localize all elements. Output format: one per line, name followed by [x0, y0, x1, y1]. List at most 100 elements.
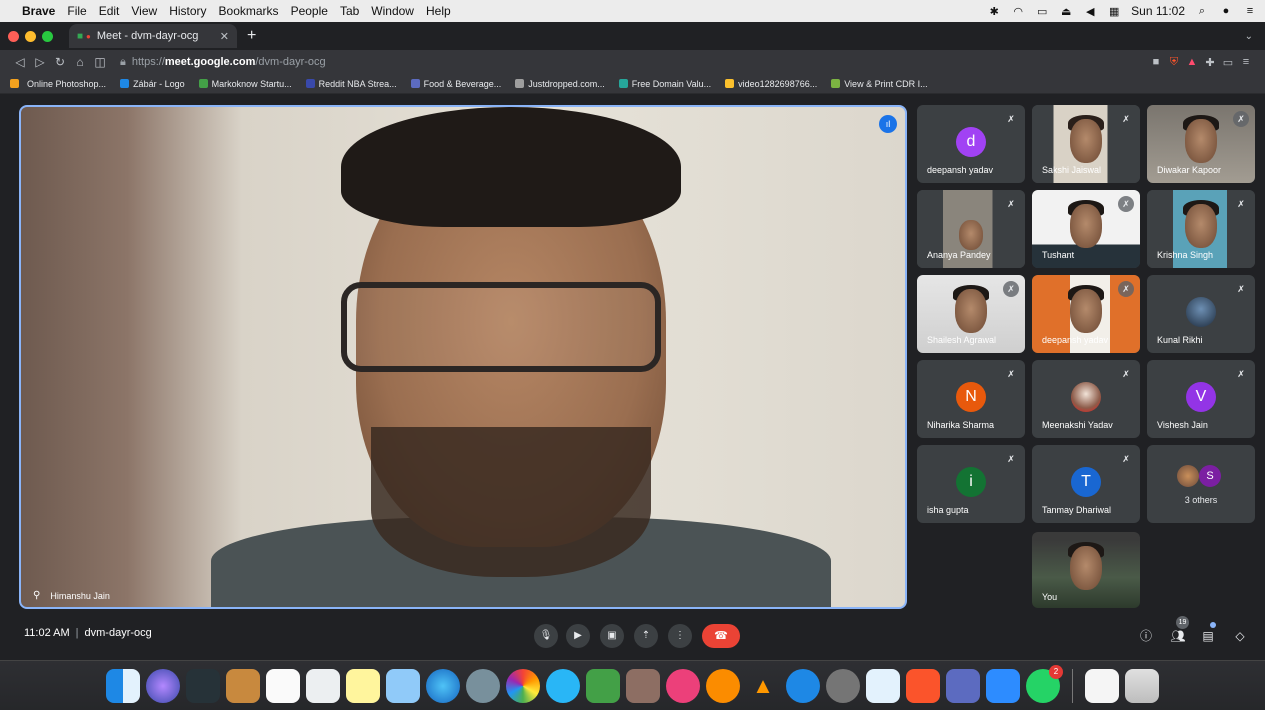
extensions-icon[interactable]: ✚ [1201, 56, 1219, 69]
system-preferences-icon[interactable] [826, 668, 860, 703]
photos-icon[interactable] [506, 668, 540, 703]
reload-icon[interactable]: ↻ [50, 55, 70, 69]
document-icon[interactable] [1085, 668, 1119, 703]
quicktime-icon[interactable] [426, 668, 460, 703]
participant-tile[interactable]: d ✗ deepansh yadav [917, 105, 1025, 183]
participant-tile[interactable]: ✗ Shailesh Agrawal [917, 275, 1025, 353]
participant-tile[interactable]: T ✗ Tanmay Dhariwal [1032, 445, 1140, 523]
bookmark-icon[interactable]: ◫ [90, 55, 110, 69]
menu-file[interactable]: File [67, 4, 86, 18]
menu-clock[interactable]: Sun 11:02 [1131, 4, 1185, 18]
zoom-icon[interactable] [986, 668, 1020, 703]
others-tile[interactable]: S 3 others [1147, 445, 1255, 523]
vlc-icon[interactable]: ▲ [746, 669, 780, 703]
brave-shields-icon[interactable]: ⛨ [1165, 56, 1183, 69]
airplay-icon[interactable]: ▭ [1035, 5, 1049, 18]
forward-icon[interactable]: ▷ [30, 55, 50, 69]
bookmark-item[interactable]: Markoknow Startu... [198, 79, 292, 89]
address-bar[interactable]: 🔒︎ https://meet.google.com/dvm-dayr-ocg [120, 52, 1147, 72]
participant-tile[interactable]: ✗ Diwakar Kapoor [1147, 105, 1255, 183]
participant-tile[interactable]: ✗ Krishna Singh [1147, 190, 1255, 268]
back-icon[interactable]: ◁ [10, 55, 30, 69]
cast-icon[interactable]: ▭ [1219, 56, 1237, 69]
camera-indicator-icon[interactable]: ■ [1147, 56, 1165, 68]
siri-icon[interactable]: ● [1219, 5, 1233, 17]
finder-icon[interactable] [106, 668, 140, 703]
wifi-icon[interactable]: ◠ [1011, 5, 1025, 18]
end-call-button[interactable]: ☎︎ [702, 624, 740, 648]
bookmark-item[interactable]: Zábár - Logo [120, 79, 185, 89]
brave-rewards-icon[interactable]: ▲ [1183, 56, 1201, 68]
tab-search-chevron-icon[interactable]: ⌄ [1245, 31, 1253, 42]
preview-icon[interactable] [386, 668, 420, 703]
mission-control-icon[interactable] [186, 668, 220, 703]
close-window-button[interactable] [8, 30, 19, 42]
bookmark-item[interactable]: Reddit NBA Strea... [305, 79, 397, 89]
minimize-window-button[interactable] [25, 30, 36, 42]
browser-menu-icon[interactable]: ≡ [1237, 56, 1255, 68]
volume-icon[interactable]: ◀︎ [1083, 5, 1097, 18]
people-button[interactable]: 👥︎ [1168, 626, 1188, 646]
captions-button[interactable]: ▣ [600, 624, 624, 648]
microphone-button[interactable]: 🎙︎ [534, 624, 558, 648]
bookmark-item[interactable]: View & Print CDR I... [831, 79, 928, 89]
participant-tile[interactable]: N ✗ Niharika Sharma [917, 360, 1025, 438]
menu-edit[interactable]: Edit [99, 4, 120, 18]
menu-window[interactable]: Window [371, 4, 414, 18]
participant-tile[interactable]: ✗ Meenakshi Yadav [1032, 360, 1140, 438]
textedit-icon[interactable] [306, 668, 340, 703]
home-icon[interactable]: ⌂ [70, 55, 90, 69]
launchpad-icon[interactable] [466, 668, 500, 703]
eject-icon[interactable]: ⏏ [1059, 5, 1073, 18]
zoom-window-button[interactable] [42, 30, 53, 42]
self-view-tile[interactable]: You [1032, 532, 1140, 608]
menu-history[interactable]: History [169, 4, 206, 18]
photo-booth-icon[interactable] [626, 668, 660, 703]
menu-app-name[interactable]: Brave [22, 4, 55, 18]
activities-button[interactable]: ◇ [1230, 626, 1250, 646]
bookmark-item[interactable]: Free Domain Valu... [618, 79, 711, 89]
menu-people[interactable]: People [291, 4, 328, 18]
tab-meet[interactable]: ■ ● Meet - dvm-dayr-ocg ✕ [69, 24, 237, 48]
menu-tab[interactable]: Tab [340, 4, 359, 18]
bookmark-item[interactable]: Justdropped.com... [515, 79, 605, 89]
notes-icon[interactable] [346, 668, 380, 703]
trash-icon[interactable] [1125, 668, 1159, 703]
participant-tile[interactable]: ✗ Sakshi Jaiswal [1032, 105, 1140, 183]
teams-icon[interactable] [946, 668, 980, 703]
siri-icon[interactable] [146, 668, 180, 703]
participant-tile[interactable]: i ✗ isha gupta [917, 445, 1025, 523]
more-options-button[interactable]: ⋮ [668, 624, 692, 648]
bookmark-item[interactable]: Food & Beverage... [410, 79, 501, 89]
tab-close-icon[interactable]: ✕ [220, 30, 229, 43]
participant-tile[interactable]: ✗ Tushant [1032, 190, 1140, 268]
input-source-icon[interactable]: ▦ [1107, 5, 1121, 18]
main-speaker-video[interactable]: ıl ⚲ Himanshu Jain [19, 105, 907, 609]
meeting-info-button[interactable]: ⓘ [1136, 626, 1156, 646]
bluetooth-icon[interactable]: ✱ [987, 5, 1001, 18]
bookmark-item[interactable]: video1282698766... [725, 79, 817, 89]
new-tab-button[interactable]: + [247, 27, 256, 45]
app-store-icon[interactable] [786, 668, 820, 703]
brave-browser-icon[interactable] [906, 668, 940, 703]
participant-tile[interactable]: ✗ deepansh yadav [1032, 275, 1140, 353]
menu-bookmarks[interactable]: Bookmarks [219, 4, 279, 18]
pin-icon[interactable]: ⚲ [33, 590, 40, 601]
calendar-icon[interactable] [266, 668, 300, 703]
participant-tile[interactable]: ✗ Ananya Pandey [917, 190, 1025, 268]
chat-button[interactable]: ▤ [1198, 626, 1218, 646]
present-button[interactable]: ⇡ [634, 624, 658, 648]
books-icon[interactable] [706, 668, 740, 703]
camera-button[interactable]: ▶ [566, 624, 590, 648]
music-icon[interactable] [666, 668, 700, 703]
participant-tile[interactable]: V ✗ Vishesh Jain [1147, 360, 1255, 438]
menu-help[interactable]: Help [426, 4, 451, 18]
contacts-icon[interactable] [226, 668, 260, 703]
mail-icon[interactable] [866, 668, 900, 703]
participant-tile[interactable]: ✗ Kunal Rikhi [1147, 275, 1255, 353]
messages-icon[interactable] [546, 668, 580, 703]
menu-view[interactable]: View [131, 4, 157, 18]
whatsapp-icon[interactable]: 2 [1026, 664, 1063, 703]
spotlight-search-icon[interactable]: ⌕ [1195, 5, 1209, 18]
facetime-icon[interactable] [586, 668, 620, 703]
